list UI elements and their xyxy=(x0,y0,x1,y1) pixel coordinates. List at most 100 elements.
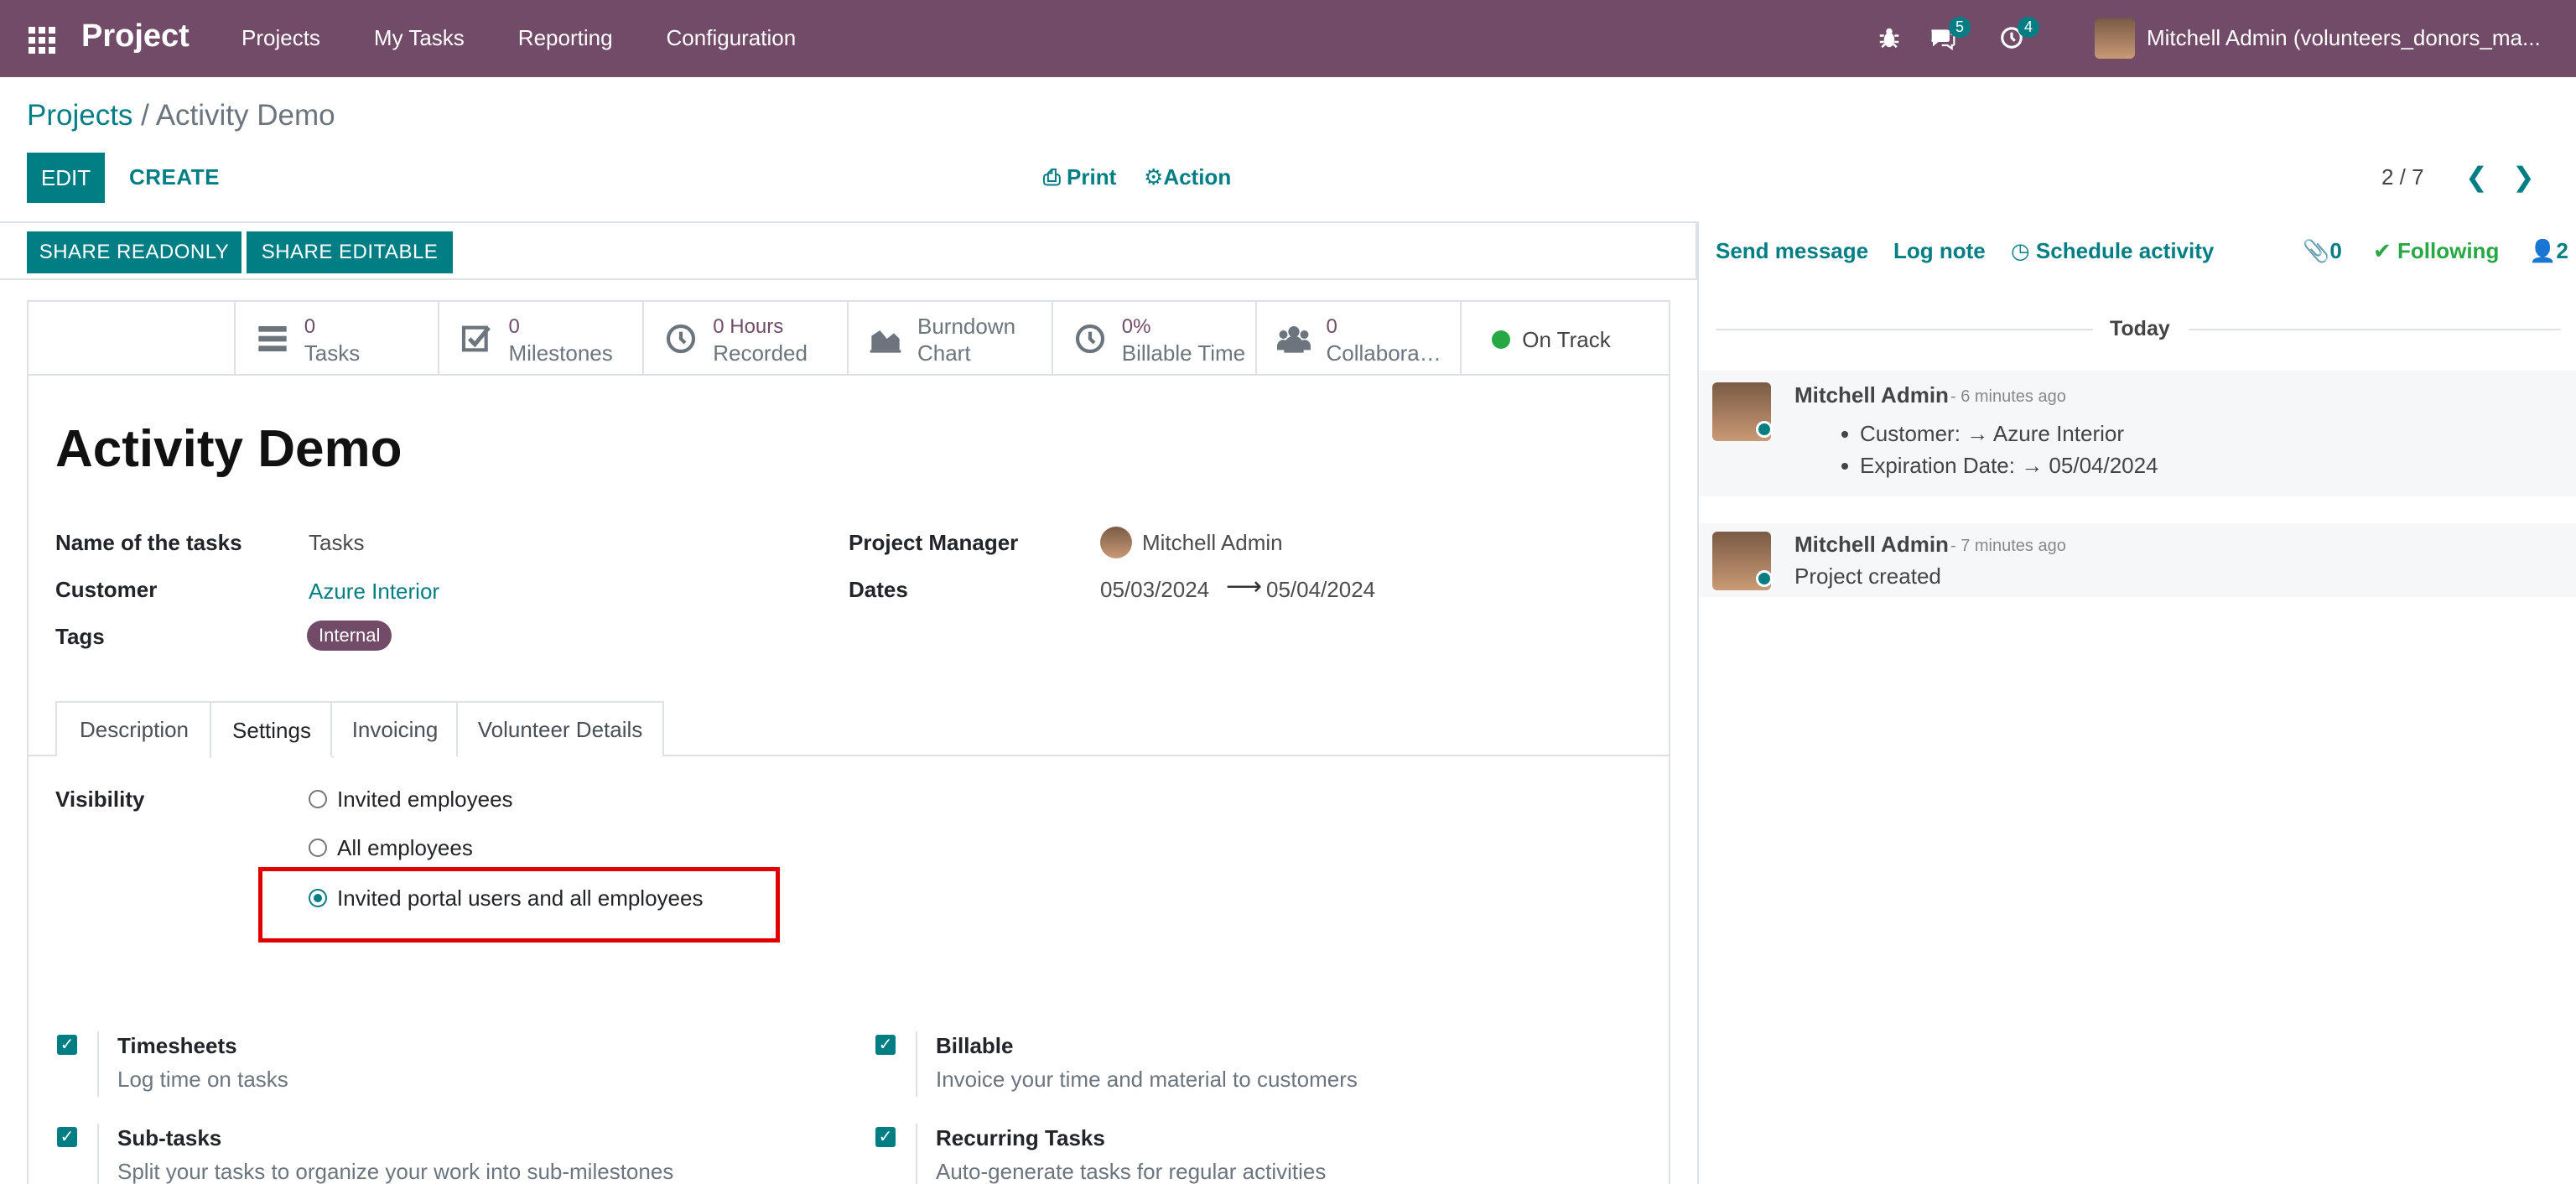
app-brand[interactable]: Project xyxy=(81,18,190,55)
highlight-box xyxy=(258,867,780,943)
following-label: Following xyxy=(2397,238,2500,263)
followers-button[interactable]: 👤2 xyxy=(2529,238,2568,264)
radio-label-invited-employees[interactable]: Invited employees xyxy=(337,787,513,813)
pager-value[interactable]: 2 / 7 xyxy=(2381,164,2424,190)
schedule-activity-button[interactable]: ◷ Schedule activity xyxy=(2011,238,2214,264)
recurring-checkbox[interactable]: ✓ xyxy=(875,1127,896,1147)
checkbox-check-icon xyxy=(462,325,491,352)
collaborators-smart-button[interactable]: 0 Collaborators xyxy=(1257,302,1462,374)
main-menu: Projects My Tasks Reporting Configuratio… xyxy=(242,25,849,51)
clock-icon xyxy=(667,324,696,354)
menu-configuration[interactable]: Configuration xyxy=(667,25,797,51)
tasks-label: Tasks xyxy=(304,340,361,366)
tasks-smart-button[interactable]: 0 Tasks xyxy=(236,302,440,374)
smart-buttons: 0 Tasks 0 Milestones 0 Hours Recorded Bu… xyxy=(29,302,1669,376)
project-manager-value[interactable]: Mitchell Admin xyxy=(1142,530,1283,556)
bullet-icon xyxy=(1841,431,1848,438)
menu-my-tasks[interactable]: My Tasks xyxy=(374,25,465,51)
milestones-smart-button[interactable]: 0 Milestones xyxy=(439,302,645,374)
gear-icon: ⚙ xyxy=(1144,164,1164,190)
notebook-tabs: Description Settings Invoicing Volunteer… xyxy=(29,701,1669,758)
hours-smart-button[interactable]: 0 Hours Recorded xyxy=(644,302,849,374)
schedule-activity-label: Schedule activity xyxy=(2035,238,2215,263)
message-time: - 6 minutes ago xyxy=(1950,387,2066,406)
customer-label: Customer xyxy=(55,577,158,602)
share-readonly-button[interactable]: SHARE READONLY xyxy=(27,231,242,273)
tab-volunteer-details[interactable]: Volunteer Details xyxy=(456,701,664,756)
dates-label: Dates xyxy=(849,577,908,602)
divider xyxy=(916,1031,917,1097)
billable-checkbox[interactable]: ✓ xyxy=(875,1035,896,1055)
log-note-button[interactable]: Log note xyxy=(1893,238,1986,264)
tab-description[interactable]: Description xyxy=(55,701,213,756)
tasks-count: 0 xyxy=(304,315,316,338)
check-icon: ✔ xyxy=(2373,238,2398,263)
chatter-message: Mitchell Admin - 6 minutes ago Customer:… xyxy=(1699,371,2576,496)
breadcrumb-projects[interactable]: Projects xyxy=(27,99,132,132)
date-start[interactable]: 05/03/2024 xyxy=(1100,577,1209,603)
tracking-change: Expiration Date: → 05/04/2024 xyxy=(1860,453,2158,478)
send-message-button[interactable]: Send message xyxy=(1716,238,1868,264)
create-button[interactable]: CREATE xyxy=(129,164,220,190)
user-menu[interactable]: Mitchell Admin (volunteers_donors_ma... xyxy=(2147,25,2549,51)
menu-projects[interactable]: Projects xyxy=(242,25,320,51)
radio-all-employees[interactable] xyxy=(309,839,327,857)
menu-reporting[interactable]: Reporting xyxy=(518,25,613,51)
print-label: Print xyxy=(1067,164,1117,190)
recurring-description: Auto-generate tasks for regular activiti… xyxy=(936,1159,1327,1184)
project-title[interactable]: Activity Demo xyxy=(55,419,402,479)
user-avatar[interactable] xyxy=(2095,18,2135,59)
recurring-title: Recurring Tasks xyxy=(936,1125,1105,1150)
action-button[interactable]: ⚙Action xyxy=(1144,164,1231,190)
debug-bug-icon[interactable] xyxy=(1877,25,1902,50)
burndown-label-line1: Burndown xyxy=(917,314,1016,339)
apps-grid-icon[interactable] xyxy=(25,23,55,54)
message-body: Project created xyxy=(1794,563,1941,589)
online-status-icon xyxy=(1756,421,1773,438)
billable-smart-button[interactable]: 0% Billable Time xyxy=(1053,302,1258,374)
tasks-list-icon xyxy=(258,326,287,351)
today-separator: Today xyxy=(2110,317,2170,340)
message-author[interactable]: Mitchell Admin xyxy=(1794,532,1949,558)
subtasks-checkbox[interactable]: ✓ xyxy=(57,1127,77,1147)
date-end[interactable]: 05/04/2024 xyxy=(1266,577,1375,603)
timesheets-title: Timesheets xyxy=(117,1033,237,1058)
pager-next-icon[interactable]: ❯ xyxy=(2512,161,2535,193)
online-status-icon xyxy=(1756,570,1773,587)
form-statusbar: SHARE READONLY SHARE EDITABLE xyxy=(0,221,1697,280)
chatter-panel: Send message Log note ◷ Schedule activit… xyxy=(1697,221,2576,1184)
timesheets-checkbox[interactable]: ✓ xyxy=(57,1035,77,1055)
radio-label-all-employees[interactable]: All employees xyxy=(337,835,473,861)
attachments-button[interactable]: 📎0 xyxy=(2303,238,2342,264)
attachments-count: 0 xyxy=(2329,238,2342,263)
clock-icon: ◷ xyxy=(2011,238,2036,263)
customer-value[interactable]: Azure Interior xyxy=(309,579,439,605)
divider xyxy=(1716,329,2093,330)
tab-settings[interactable]: Settings xyxy=(210,701,334,758)
divider xyxy=(97,1124,99,1184)
burndown-smart-button[interactable]: Burndown Chart xyxy=(849,302,1053,374)
collaborators-count: 0 xyxy=(1326,315,1337,338)
bullet-icon xyxy=(1841,463,1848,470)
radio-invited-employees[interactable] xyxy=(309,790,327,808)
message-time: - 7 minutes ago xyxy=(1950,537,2066,555)
divider xyxy=(2189,329,2561,330)
tasks-name-value[interactable]: Tasks xyxy=(309,530,364,556)
milestones-count: 0 xyxy=(508,315,520,338)
milestones-label: Milestones xyxy=(508,340,613,366)
pager-previous-icon[interactable]: ❮ xyxy=(2465,161,2488,193)
print-button[interactable]: ⎙ Print xyxy=(1043,164,1116,191)
status-smart-button[interactable]: On Track xyxy=(1462,302,1669,374)
tab-invoicing[interactable]: Invoicing xyxy=(330,701,460,756)
share-editable-button[interactable]: SHARE EDITABLE xyxy=(247,231,453,273)
billable-label: Billable Time xyxy=(1121,340,1246,366)
edit-button[interactable]: EDIT xyxy=(27,153,105,203)
tag-internal[interactable]: Internal xyxy=(307,621,392,651)
billable-title: Billable xyxy=(936,1033,1014,1058)
collaborators-label: Collaborators xyxy=(1326,340,1441,366)
form-sheet: 0 Tasks 0 Milestones 0 Hours Recorded Bu… xyxy=(27,300,1670,1184)
following-button[interactable]: ✔ Following xyxy=(2373,238,2499,264)
top-navbar: Project Projects My Tasks Reporting Conf… xyxy=(0,0,2576,77)
breadcrumb-current: Activity Demo xyxy=(155,99,335,132)
message-author[interactable]: Mitchell Admin xyxy=(1794,382,1949,408)
